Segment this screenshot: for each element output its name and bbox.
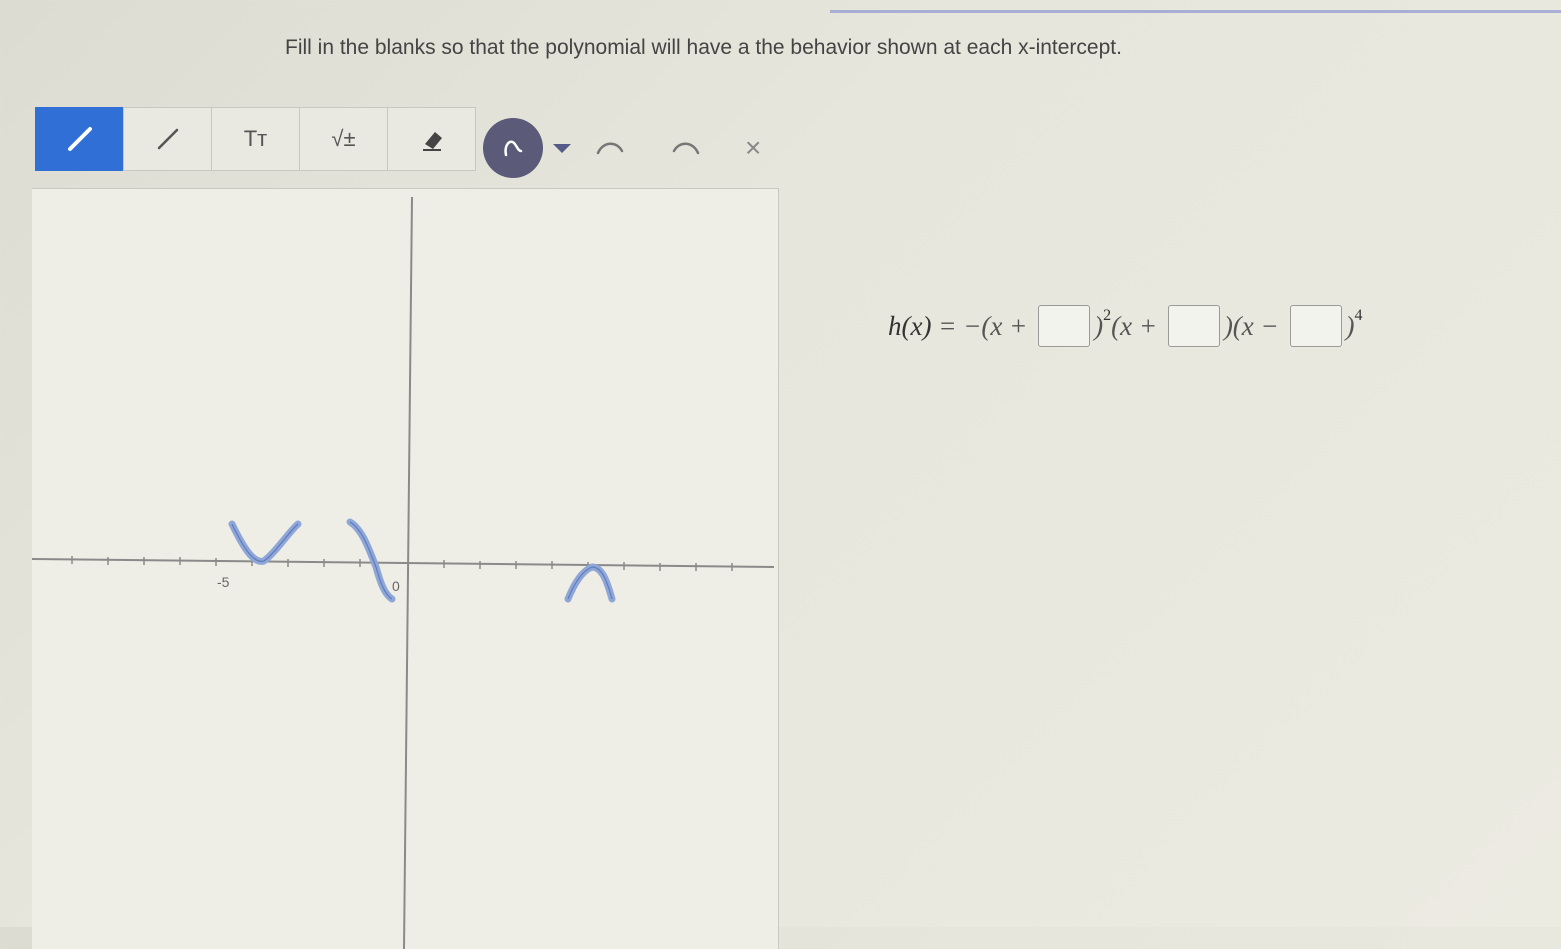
top-accent-bar [830, 0, 1561, 13]
equation-segment-1: = −(x + [931, 310, 1035, 341]
blank-input-2[interactable] [1167, 305, 1220, 347]
pencil-icon [67, 127, 92, 151]
lasso-button[interactable] [483, 118, 543, 178]
polynomial-equation: h(x) = −(x + ) 2 (x + )(x − ) 4 [888, 296, 1363, 356]
function-name: h(x) [888, 310, 932, 341]
eraser-icon [422, 132, 442, 151]
tick-label-zero: 0 [392, 578, 400, 594]
line-icon [157, 128, 178, 150]
graph-canvas[interactable]: -5 0 [32, 188, 779, 949]
eraser-tool-button[interactable] [387, 107, 476, 171]
math-icon: √± [331, 126, 356, 151]
text-tool-button[interactable]: Tт [211, 107, 300, 171]
exponent-1: 2 [1103, 307, 1112, 324]
undo-icon[interactable] [593, 137, 627, 159]
sketch-crossing-zero [346, 518, 396, 603]
equation-close-3: ) [1345, 310, 1355, 341]
sketch-bounce-pos [564, 563, 616, 603]
pencil-tool-button[interactable] [35, 107, 124, 171]
tick-label-neg-five: -5 [217, 574, 230, 590]
redo-icon[interactable] [669, 137, 703, 159]
blank-input-1[interactable] [1038, 305, 1091, 347]
exponent-3: 4 [1354, 307, 1363, 324]
sketch-outline [231, 521, 613, 600]
y-axis [403, 196, 413, 949]
blank-input-3[interactable] [1289, 305, 1342, 347]
lasso-icon [504, 140, 523, 157]
equation-segment-3: )(x − [1223, 310, 1286, 341]
equation-close-1: ) [1094, 310, 1104, 341]
toolbar-extras: × [483, 117, 761, 179]
math-tool-button[interactable]: √± [299, 107, 388, 171]
line-tool-button[interactable] [123, 107, 212, 171]
text-icon: Tт [243, 126, 268, 151]
close-icon[interactable]: × [745, 132, 761, 164]
drawing-toolbar: Tт √± [35, 107, 476, 173]
equation-segment-2: (x + [1111, 310, 1164, 341]
graph-svg: -5 0 [32, 196, 775, 949]
chevron-down-icon[interactable] [553, 143, 571, 153]
instructions-text: Fill in the blanks so that the polynomia… [285, 36, 1122, 59]
